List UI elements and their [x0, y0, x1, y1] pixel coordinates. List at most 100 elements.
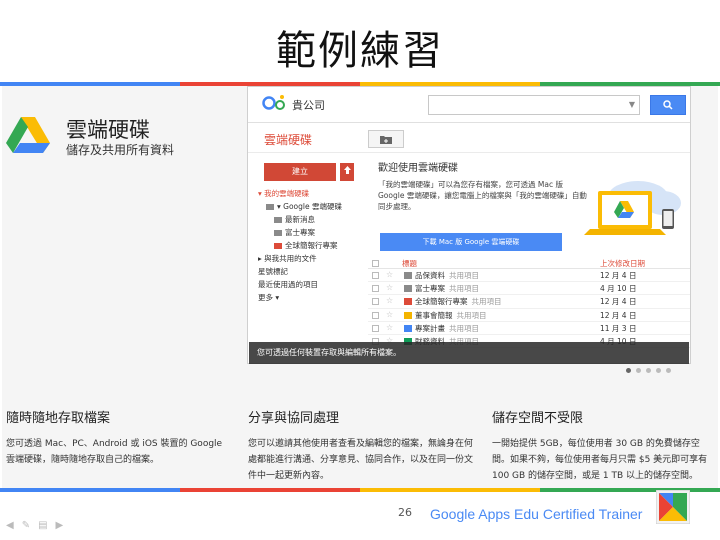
file-row[interactable]: ☆ 富士專案 共用項目 4 月 10 日: [368, 282, 690, 296]
google-drive-logo: [6, 117, 50, 153]
download-drive-button[interactable]: 下載 Mac 版 Google 雲端硬碟: [380, 233, 562, 251]
feature-body: 您可透過 Mac、PC、Android 或 iOS 裝置的 Google 雲端硬…: [6, 439, 223, 465]
drive-subtitle: 儲存及共用所有資料: [66, 143, 175, 157]
select-all-checkbox[interactable]: [372, 260, 379, 267]
feature-share: 分享與協同處理 您可以邀請其他使用者查看及編輯您的檔案，無論身在何處都能進行溝通…: [248, 407, 476, 484]
file-name[interactable]: 專案計畫: [415, 324, 445, 333]
file-owner: 共用項目: [471, 297, 502, 307]
create-button[interactable]: 建立: [264, 163, 336, 181]
file-type-icon: [404, 324, 412, 332]
next-icon[interactable]: ▶: [56, 520, 64, 531]
carousel-dot-2[interactable]: [636, 368, 641, 373]
folder-icon: [274, 217, 282, 223]
menu-icon[interactable]: ▤: [38, 520, 47, 531]
row-checkbox[interactable]: [372, 298, 379, 306]
carousel-dots: [626, 368, 671, 373]
feature-body: 您可以邀請其他使用者查看及編輯您的檔案，無論身在何處都能進行溝通、分享意見、協同…: [248, 439, 474, 481]
column-modified[interactable]: 上次修改日期: [600, 258, 645, 269]
folder-icon: [266, 204, 274, 210]
column-title[interactable]: 標題: [402, 258, 417, 269]
nav-item[interactable]: 富士專案: [258, 226, 372, 239]
folder-icon: [274, 243, 282, 249]
drive-title: 雲端硬碟: [66, 118, 150, 142]
feature-title: 儲存空間不受限: [492, 411, 584, 426]
file-name[interactable]: 全球簡報行專案: [415, 297, 468, 306]
file-row[interactable]: ☆ 品保資料 共用項目 12 月 4 日: [368, 269, 690, 283]
nav-item-label: 星號標記: [258, 267, 288, 276]
carousel-dot-3[interactable]: [646, 368, 651, 373]
file-owner: 共用項目: [449, 323, 479, 333]
search-input[interactable]: ▼: [428, 95, 640, 115]
feature-title: 分享與協同處理: [248, 411, 340, 426]
nav-item-label: 全球簡報行專案: [285, 241, 338, 250]
star-icon[interactable]: ☆: [386, 296, 393, 305]
file-name[interactable]: 品保資料: [415, 271, 445, 280]
search-icon: [663, 100, 673, 110]
star-icon[interactable]: ☆: [386, 283, 393, 292]
company-logo-icon: [262, 95, 285, 110]
feature-access: 隨時隨地存取檔案 您可透過 Mac、PC、Android 或 iOS 裝置的 G…: [6, 407, 226, 468]
file-row[interactable]: ☆ 董事會簡報 共用項目 12 月 4 日: [368, 309, 690, 322]
welcome-panel: 歡迎使用雲端硬碟 「我的雲端硬碟」可以為您存有檔案，您可透過 Mac 版 Goo…: [378, 159, 588, 212]
slide-title: 範例練習: [276, 28, 444, 74]
file-name[interactable]: 董事會簡報: [415, 311, 453, 320]
star-icon[interactable]: ☆: [386, 323, 393, 332]
previous-icon[interactable]: ◀: [6, 520, 14, 531]
file-list: 標題 上次修改日期 ☆ 品保資料 共用項目 12 月 4 日 ☆ 富士專案 共用項目 4 月 …: [368, 257, 690, 349]
file-name[interactable]: 富士專案: [415, 284, 445, 293]
row-checkbox[interactable]: [372, 285, 379, 293]
window-toolbar: [248, 123, 690, 153]
nav-item-label: ▾ Google 雲端硬碟: [277, 202, 342, 211]
file-row[interactable]: ☆ 專案計畫 共用項目 11 月 3 日: [368, 322, 690, 335]
row-checkbox[interactable]: [372, 311, 379, 319]
file-modified-date: 12 月 4 日: [600, 271, 637, 280]
page-number: 26: [398, 506, 412, 519]
slide-toolbar: ◀ ✎ ▤ ▶: [6, 520, 63, 531]
brand-color-bar-bottom: [0, 488, 720, 492]
drive-nav: ▾ 我的雲端硬碟 ▾ Google 雲端硬碟最新消息富士專案全球簡報行專案 ▸ 與我…: [258, 187, 372, 304]
nav-item[interactable]: ▾ 我的雲端硬碟: [258, 187, 372, 200]
search-options-icon[interactable]: ▼: [629, 100, 635, 109]
carousel-dot-1[interactable]: [626, 368, 631, 373]
drive-screenshot-window: 貴公司 ▼ 雲端硬碟 建立 ▾ 我的雲端硬碟 ▾ Google 雲端硬碟 最新消息富…: [247, 86, 691, 364]
nav-item-label: 富士專案: [285, 228, 315, 237]
feature-storage: 儲存空間不受限 一開始提供 5GB，每位使用者 30 GB 的免費儲存空間。如果…: [492, 407, 716, 484]
folder-plus-icon: [380, 135, 392, 144]
nav-item[interactable]: 星號標記: [258, 265, 372, 278]
nav-item[interactable]: 全球簡報行專案: [258, 239, 372, 252]
nav-item-label: ▾ 我的雲端硬碟: [258, 189, 310, 198]
nav-item[interactable]: 最近使用過的項目: [258, 278, 372, 291]
carousel-dot-4[interactable]: [656, 368, 661, 373]
file-type-icon: [404, 285, 412, 293]
carousel-dot-5[interactable]: [666, 368, 671, 373]
trainer-label: Google Apps Edu Certified Trainer: [430, 506, 643, 522]
window-header: 貴公司 ▼: [248, 87, 690, 123]
file-owner: 共用項目: [456, 310, 487, 320]
nav-item-label: ▸ 與我共用的文件: [258, 254, 317, 263]
pen-icon[interactable]: ✎: [22, 520, 30, 531]
nav-item[interactable]: ▾ Google 雲端硬碟: [258, 200, 372, 213]
file-modified-date: 12 月 4 日: [600, 310, 637, 320]
search-button[interactable]: [650, 95, 686, 115]
nav-item[interactable]: 更多 ▾: [258, 291, 372, 304]
org-name: 貴公司: [292, 99, 325, 112]
star-icon[interactable]: ☆: [386, 270, 393, 279]
nav-item[interactable]: 最新消息: [258, 213, 372, 226]
row-checkbox[interactable]: [372, 272, 379, 279]
file-modified-date: 11 月 3 日: [600, 323, 637, 333]
file-owner: 共用項目: [449, 284, 479, 294]
new-folder-button[interactable]: [368, 130, 404, 148]
file-type-icon: [404, 272, 412, 279]
upload-icon: [343, 166, 351, 174]
nav-item[interactable]: ▸ 與我共用的文件: [258, 252, 372, 265]
file-owner: 共用項目: [449, 271, 479, 280]
feature-body: 一開始提供 5GB，每位使用者 30 GB 的免費儲存空間。如果不夠，每位使用者…: [492, 439, 708, 481]
row-checkbox[interactable]: [372, 324, 379, 332]
star-icon[interactable]: ☆: [386, 310, 393, 319]
upload-button[interactable]: [340, 163, 354, 181]
file-modified-date: 4 月 10 日: [600, 284, 637, 294]
file-row[interactable]: ☆ 全球簡報行專案 共用項目 12 月 4 日: [368, 295, 690, 309]
trainer-badge-icon: [656, 490, 690, 524]
feature-title: 隨時隨地存取檔案: [6, 411, 111, 426]
nav-item-label: 更多 ▾: [258, 293, 280, 302]
